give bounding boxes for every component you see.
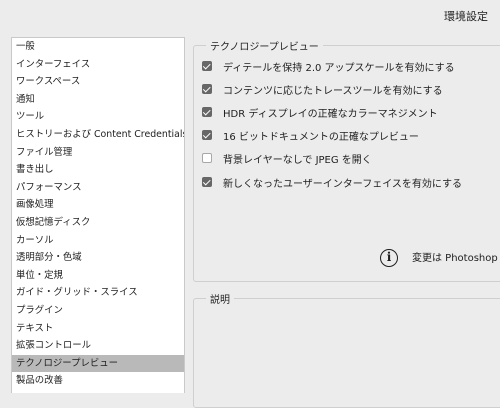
sidebar-item-workspace[interactable]: ワークスペース	[12, 73, 184, 91]
sidebar-item-tools[interactable]: ツール	[12, 108, 184, 126]
description-group-title: 説明	[206, 291, 234, 306]
option-content-aware-tracing[interactable]: コンテンツに応じたトレースツールを有効にする	[202, 81, 443, 97]
option-label: コンテンツに応じたトレースツールを有効にする	[223, 85, 443, 97]
sidebar-item-guides-grid-slices[interactable]: ガイド・グリッド・スライス	[12, 284, 184, 302]
sidebar-item-units-rulers[interactable]: 単位・定規	[12, 267, 184, 285]
option-label: ディテールを保持 2.0 アップスケールを有効にする	[223, 62, 455, 74]
sidebar-item-type[interactable]: テキスト	[12, 320, 184, 338]
window-titlebar: 環境設定	[0, 0, 500, 30]
sidebar-item-scratch-disks[interactable]: 仮想記憶ディスク	[12, 214, 184, 232]
option-16bit-accurate-preview[interactable]: 16 ビットドキュメントの正確なプレビュー	[202, 127, 419, 143]
sidebar-item-file-handling[interactable]: ファイル管理	[12, 144, 184, 162]
checkbox-checked[interactable]	[202, 84, 212, 94]
option-new-user-interface[interactable]: 新しくなったユーザーインターフェイスを有効にする	[202, 174, 462, 190]
sidebar-item-image-processing[interactable]: 画像処理	[12, 196, 184, 214]
sidebar-item-enhanced-controls[interactable]: 拡張コントロール	[12, 337, 184, 355]
option-label: 背景レイヤーなしで JPEG を開く	[223, 154, 372, 166]
sidebar-item-notifications[interactable]: 通知	[12, 91, 184, 109]
description-group: 説明	[193, 291, 500, 408]
option-open-jpeg-without-background[interactable]: 背景レイヤーなしで JPEG を開く	[202, 150, 372, 166]
window-title: 環境設定	[444, 10, 488, 23]
preferences-sidebar: 一般 インターフェイス ワークスペース 通知 ツール ヒストリーおよび Cont…	[11, 37, 185, 393]
option-label: 新しくなったユーザーインターフェイスを有効にする	[223, 178, 462, 190]
technology-previews-group-title: テクノロジープレビュー	[206, 38, 323, 53]
sidebar-item-history[interactable]: ヒストリーおよび Content Credentials	[12, 126, 184, 144]
sidebar-item-transparency-gamut[interactable]: 透明部分・色域	[12, 249, 184, 267]
technology-previews-group: テクノロジープレビュー ディテールを保持 2.0 アップスケールを有効にする コ…	[193, 38, 500, 282]
sidebar-item-product-improvement[interactable]: 製品の改善	[12, 372, 184, 390]
option-preserve-details-upscale[interactable]: ディテールを保持 2.0 アップスケールを有効にする	[202, 58, 455, 74]
sidebar-item-general[interactable]: 一般	[12, 38, 184, 56]
option-label: HDR ディスプレイの正確なカラーマネジメント	[223, 108, 438, 120]
sidebar-item-cursors[interactable]: カーソル	[12, 232, 184, 250]
sidebar-item-plugins[interactable]: プラグイン	[12, 302, 184, 320]
checkbox-unchecked[interactable]	[202, 153, 212, 163]
checkbox-checked[interactable]	[202, 61, 212, 71]
sidebar-item-technology-previews[interactable]: テクノロジープレビュー	[12, 354, 184, 373]
restart-notice: 変更は Photoshop	[412, 253, 498, 264]
option-label: 16 ビットドキュメントの正確なプレビュー	[223, 131, 419, 143]
sidebar-item-interface[interactable]: インターフェイス	[12, 56, 184, 74]
info-icon: i	[380, 249, 398, 267]
sidebar-item-export[interactable]: 書き出し	[12, 161, 184, 179]
sidebar-item-performance[interactable]: パフォーマンス	[12, 179, 184, 197]
checkbox-checked[interactable]	[202, 177, 212, 187]
checkbox-checked[interactable]	[202, 130, 212, 140]
checkbox-checked[interactable]	[202, 107, 212, 117]
option-hdr-color-management[interactable]: HDR ディスプレイの正確なカラーマネジメント	[202, 104, 438, 120]
